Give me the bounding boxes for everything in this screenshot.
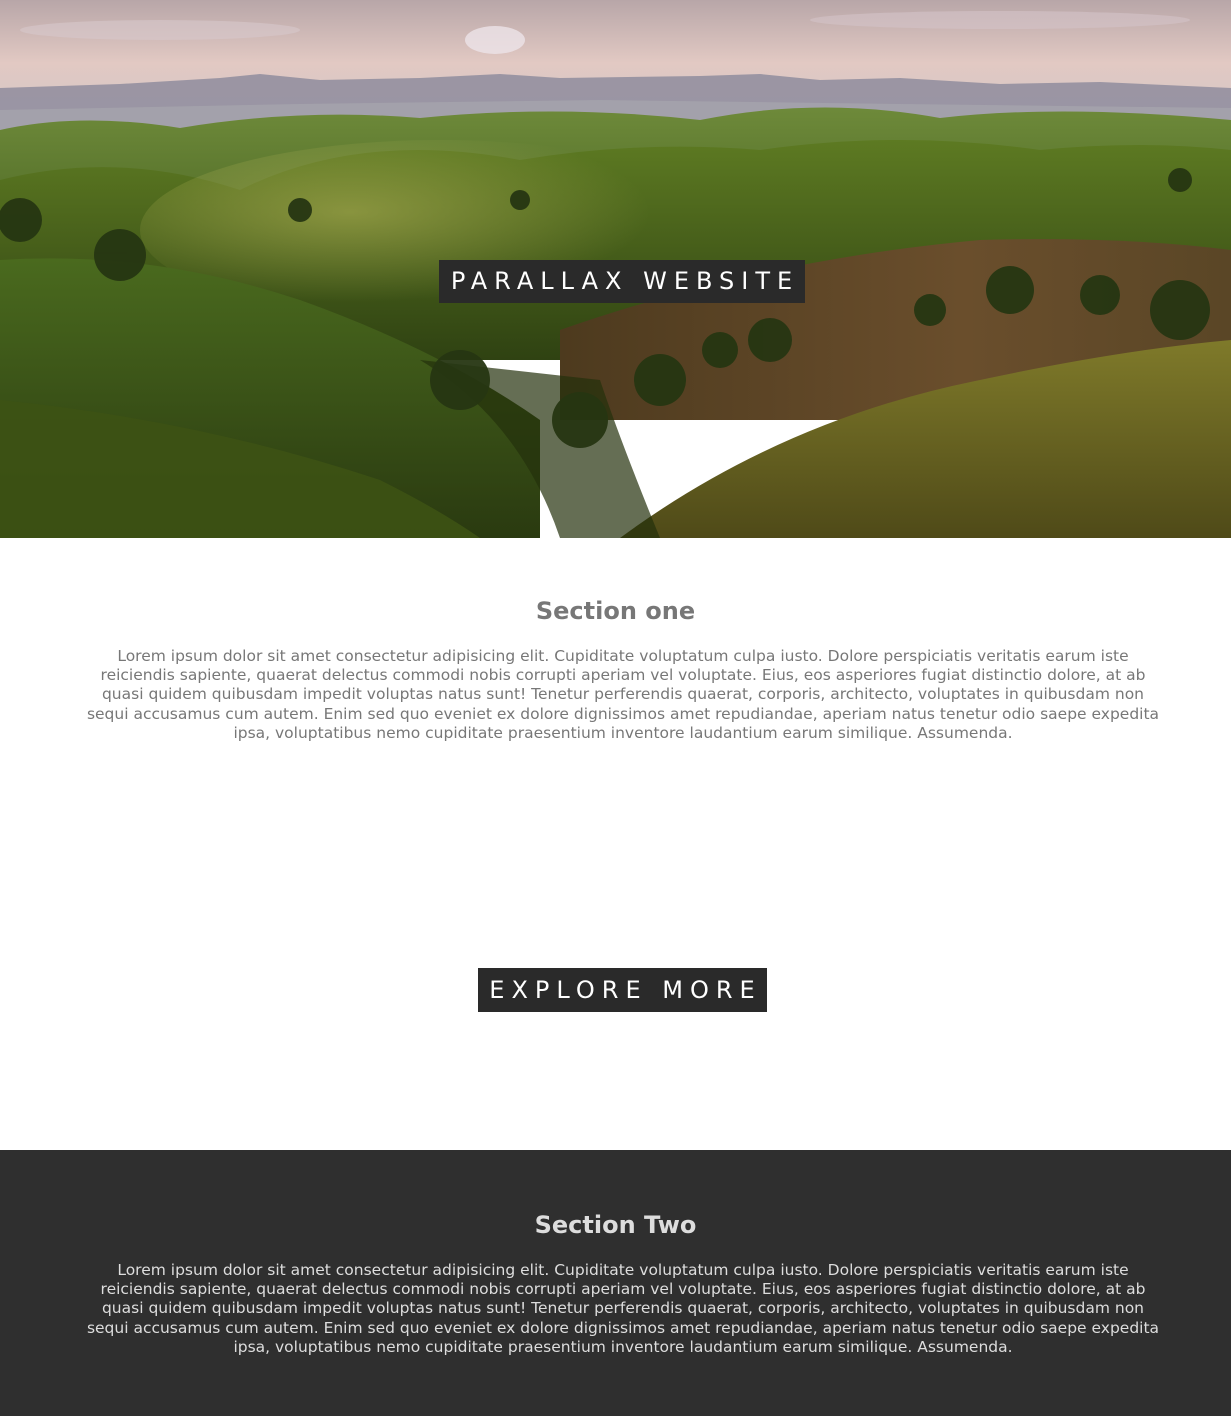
- section-two-text: Lorem ipsum dolor sit amet consectetur a…: [86, 1261, 1160, 1356]
- section-one: Section one Lorem ipsum dolor sit amet c…: [0, 538, 1231, 1150]
- section-one-title: Section one: [535, 597, 696, 625]
- section-one-text: Lorem ipsum dolor sit amet consectetur a…: [86, 647, 1160, 742]
- explore-more-button[interactable]: EXPLORE MORE: [478, 968, 767, 1012]
- section-two-title: Section Two: [534, 1211, 697, 1239]
- hero-section: PARALLAX WEBSITE: [0, 0, 1231, 538]
- section-two: Section Two Lorem ipsum dolor sit amet c…: [0, 1150, 1231, 1416]
- hero-title: PARALLAX WEBSITE: [439, 260, 805, 303]
